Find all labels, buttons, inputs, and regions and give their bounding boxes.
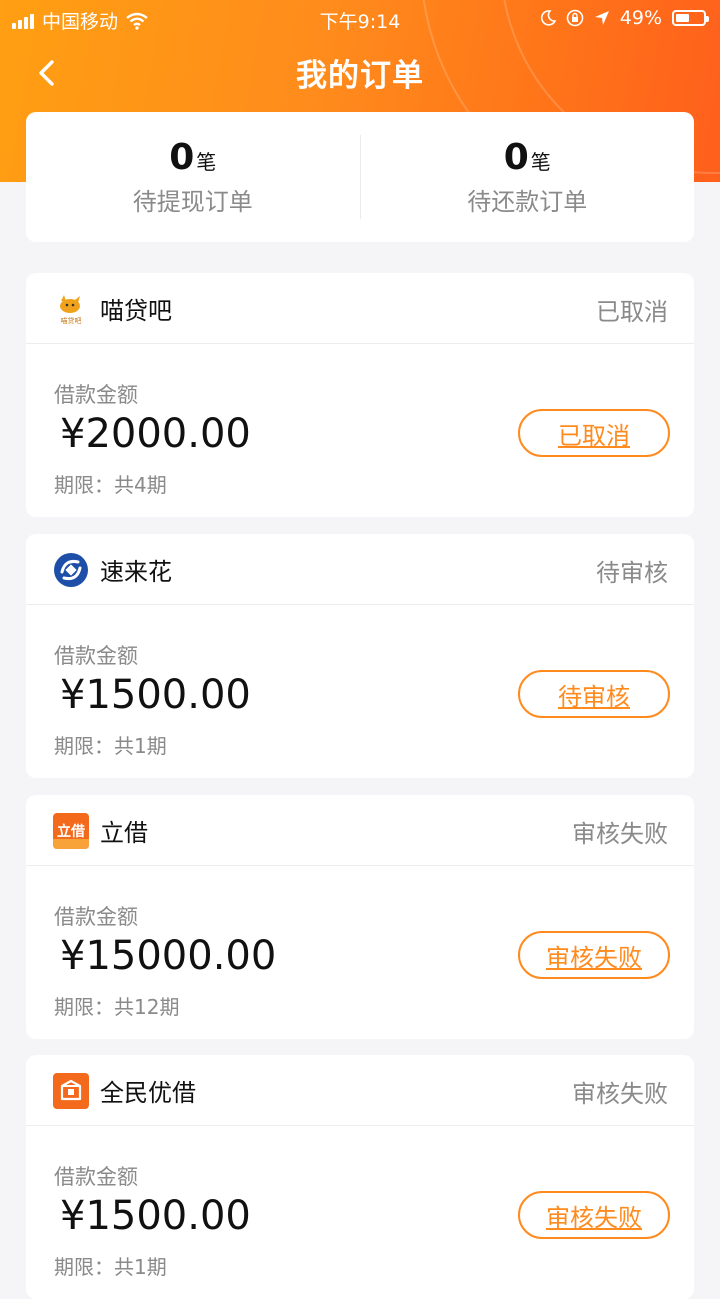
status-bar: 中国移动 下午9:14 49% <box>0 0 720 38</box>
page-title: 我的订单 <box>296 58 424 94</box>
loan-amount: ¥2000.00 <box>60 411 251 457</box>
loan-amount: ¥1500.00 <box>60 672 251 718</box>
pending-withdrawal-summary[interactable]: 0笔 待提现订单 <box>26 137 360 217</box>
location-icon <box>594 11 609 25</box>
lender-name: 全民优借 <box>100 1079 196 1107</box>
loan-amount: ¥15000.00 <box>60 933 277 979</box>
amount-label: 借款金额 <box>54 644 138 668</box>
amount-label: 借款金额 <box>54 1165 138 1189</box>
lender-name: 立借 <box>100 819 148 847</box>
amount-label: 借款金额 <box>54 383 138 407</box>
order-card[interactable]: 喵贷吧 喵贷吧 已取消 借款金额 ¥2000.00 期限：共4期 已取消 <box>26 273 694 517</box>
order-card[interactable]: 立借 立借 审核失败 借款金额 ¥15000.00 期限：共12期 审核失败 <box>26 795 694 1039</box>
order-status-button[interactable]: 已取消 <box>518 409 670 457</box>
loan-term: 期限：共12期 <box>54 995 180 1019</box>
order-status: 审核失败 <box>572 820 668 848</box>
pending-repayment-summary[interactable]: 0笔 待还款订单 <box>361 137 695 217</box>
rotation-lock-icon <box>566 9 584 27</box>
order-card-header: 全民优借 审核失败 <box>26 1055 694 1126</box>
battery-icon <box>672 10 709 26</box>
count-unit: 笔 <box>196 150 217 174</box>
order-card-header: 喵贷吧 喵贷吧 已取消 <box>26 273 694 344</box>
lender-name: 速来花 <box>100 558 172 586</box>
miaodaiba-logo-icon: 喵贷吧 <box>53 291 89 327</box>
pending-withdrawal-count: 0 <box>169 137 195 178</box>
moon-icon <box>540 10 556 26</box>
order-status: 审核失败 <box>572 1080 668 1108</box>
loan-term: 期限：共1期 <box>54 1255 167 1279</box>
svg-text:立借: 立借 <box>57 823 85 840</box>
amount-label: 借款金额 <box>54 905 138 929</box>
sulaihua-logo-icon <box>53 552 89 588</box>
order-card[interactable]: 速来花 待审核 借款金额 ¥1500.00 期限：共1期 待审核 <box>26 534 694 778</box>
navigation-bar: 我的订单 <box>0 40 720 104</box>
quanminyoujie-logo-icon <box>53 1073 89 1109</box>
order-status-button[interactable]: 审核失败 <box>518 1191 670 1239</box>
loan-term: 期限：共1期 <box>54 734 167 758</box>
loan-term: 期限：共4期 <box>54 473 167 497</box>
order-card[interactable]: 全民优借 审核失败 借款金额 ¥1500.00 期限：共1期 审核失败 <box>26 1055 694 1299</box>
lender-name: 喵贷吧 <box>100 297 172 325</box>
pending-withdrawal-label: 待提现订单 <box>132 188 253 216</box>
loan-amount: ¥1500.00 <box>60 1193 251 1239</box>
order-status-button[interactable]: 审核失败 <box>518 931 670 979</box>
battery-percent: 49% <box>619 7 662 29</box>
lijie-logo-icon: 立借 <box>53 813 89 849</box>
order-status: 待审核 <box>596 559 668 587</box>
order-summary-card: 0笔 待提现订单 0笔 待还款订单 <box>26 112 694 242</box>
pending-repayment-label: 待还款订单 <box>467 188 588 216</box>
order-status-button[interactable]: 待审核 <box>518 670 670 718</box>
order-status: 已取消 <box>596 298 668 326</box>
svg-text:喵贷吧: 喵贷吧 <box>61 316 82 325</box>
order-card-header: 速来花 待审核 <box>26 534 694 605</box>
order-card-header: 立借 立借 审核失败 <box>26 795 694 866</box>
count-unit: 笔 <box>530 150 551 174</box>
pending-repayment-count: 0 <box>503 137 529 178</box>
